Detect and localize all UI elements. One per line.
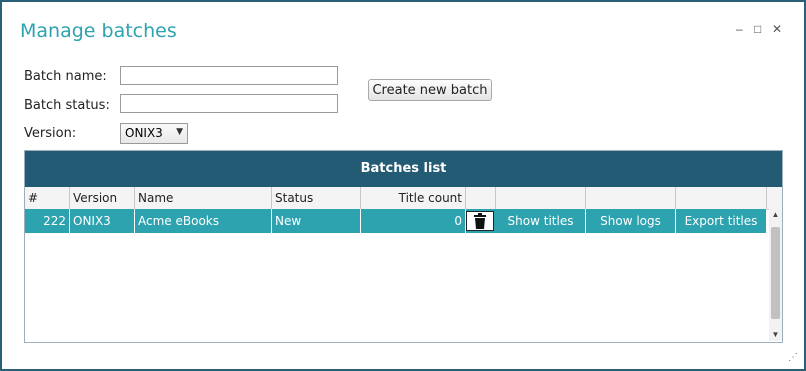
cell-status: New [272,209,361,233]
column-header-show-logs [586,187,676,209]
vertical-scrollbar[interactable]: ▲ ▼ [769,209,782,341]
batch-status-label: Batch status: [24,98,110,113]
show-titles-link[interactable]: Show titles [496,209,586,233]
create-new-batch-button[interactable]: Create new batch [368,79,492,101]
column-header-name[interactable]: Name [135,187,272,209]
scroll-down-icon[interactable]: ▼ [769,329,782,341]
export-titles-link[interactable]: Export titles [676,209,767,233]
batch-name-input[interactable] [120,66,338,85]
column-header-id[interactable]: # [25,187,70,209]
resize-grip-icon[interactable]: ⋰ [788,352,798,363]
grid-title: Batches list [25,151,782,187]
delete-batch-button[interactable] [466,211,494,231]
batches-grid: Batches list # Version Name Status Title… [24,150,783,343]
show-logs-link[interactable]: Show logs [586,209,676,233]
scrollbar-thumb[interactable] [771,227,780,319]
cell-title-count: 0 [361,209,466,233]
column-header-version[interactable]: Version [70,187,135,209]
trash-icon [474,213,486,229]
batch-name-label: Batch name: [24,69,107,84]
grid-column-headers: # Version Name Status Title count [25,187,782,210]
column-header-export-titles [676,187,767,209]
cell-name: Acme eBooks [135,209,272,233]
column-header-title-count[interactable]: Title count [361,187,466,209]
table-row[interactable]: 222 ONIX3 Acme eBooks New 0 Show titles … [25,209,767,233]
minimize-icon[interactable]: – [736,22,743,36]
close-icon[interactable]: ✕ [772,22,782,36]
column-header-status[interactable]: Status [272,187,361,209]
window-title: Manage batches [20,20,177,42]
cell-id: 222 [25,209,70,233]
version-label: Version: [24,126,77,141]
batch-status-input[interactable] [120,94,338,113]
column-header-show-titles [496,187,586,209]
cell-version: ONIX3 [70,209,135,233]
version-select-value: ONIX3 [125,126,163,140]
version-select[interactable]: ONIX3 ▼ [120,123,188,144]
maximize-icon[interactable]: □ [754,22,761,36]
manage-batches-window: Manage batches – □ ✕ Batch name: Batch s… [0,0,806,371]
chevron-down-icon: ▼ [176,127,183,137]
column-header-delete [466,187,496,209]
scroll-up-icon[interactable]: ▲ [769,209,782,221]
